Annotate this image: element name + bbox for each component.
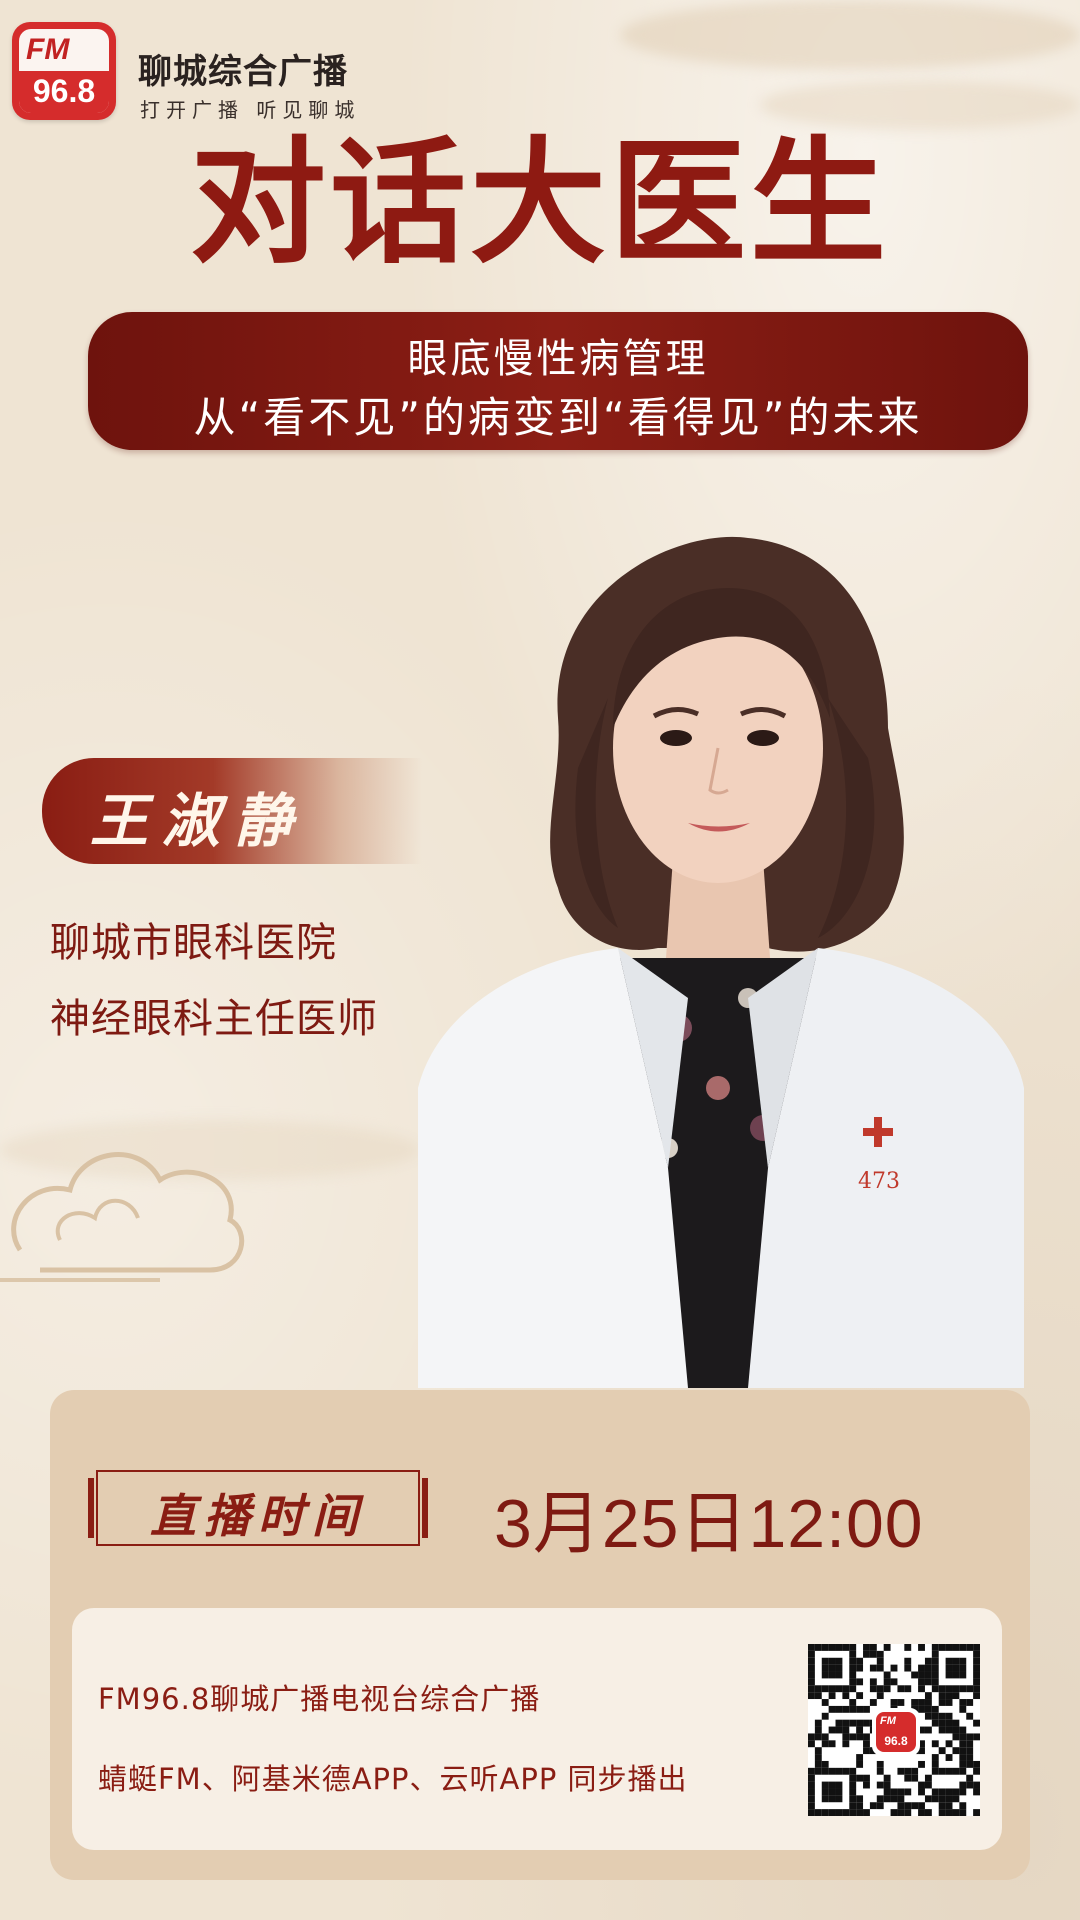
subtitle-line-2: 从“看不见”的病变到“看得见”的未来 — [193, 393, 923, 442]
logo-band: 96.8 — [19, 71, 109, 113]
channel-line-1: FM96.8聊城广播电视台综合广播 — [98, 1682, 541, 1716]
coat-badge-number: 473 — [858, 1169, 900, 1194]
doctor-portrait-illustration: 473 — [418, 536, 1024, 1388]
doctor-name-banner: 王淑静 — [42, 758, 422, 864]
page-title: 对话大医生 — [190, 123, 890, 283]
logo-fm-text: FM — [26, 33, 70, 66]
channel-card: FM96.8聊城广播电视台综合广播 蜻蜓FM、阿基米德APP、云听APP 同步播… — [72, 1608, 1002, 1850]
qr-logo-frequency: 96.8 — [884, 1734, 908, 1748]
channel-line-2: 蜻蜓FM、阿基米德APP、云听APP 同步播出 — [98, 1762, 688, 1796]
auspicious-cloud-icon — [0, 1152, 245, 1282]
qr-logo-fm: FM — [880, 1715, 896, 1727]
broadcast-time-value: 3月25日12:00 — [494, 1486, 924, 1562]
doctor-position: 神经眼科主任医师 — [50, 996, 378, 1042]
logo-frequency-text: 96.8 — [32, 73, 96, 109]
broadcast-time-label: 直播时间 — [150, 1489, 366, 1543]
broadcast-info-card: 直播时间 3月25日12:00 FM96.8聊城广播电视台综合广播 蜻蜓FM、阿… — [50, 1390, 1030, 1880]
doctor-organization: 聊城市眼科医院 — [50, 920, 337, 966]
poster: FM 96.8 聊城综合广播 打开广播 听见聊城 对话大医生 眼底慢性病管理 从… — [0, 0, 1080, 1920]
station-slogan: 打开广播 听见聊城 — [140, 98, 361, 122]
logo-inner: FM 96.8 — [19, 29, 109, 113]
subtitle-banner: 眼底慢性病管理 从“看不见”的病变到“看得见”的未来 — [88, 312, 1028, 450]
qr-logo-icon: FM 96.8 — [872, 1708, 920, 1756]
qr-logo-inner: FM 96.8 — [876, 1712, 916, 1752]
broadcast-time-label-box: 直播时间 — [88, 1470, 428, 1546]
subtitle-line-1: 眼底慢性病管理 — [407, 336, 709, 382]
fm968-logo-icon: FM 96.8 — [12, 22, 116, 120]
doctor-portrait: 473 — [418, 528, 1024, 1388]
qr-code-icon[interactable]: FM 96.8 — [808, 1644, 980, 1816]
station-name: 聊城综合广播 — [138, 52, 348, 92]
doctor-name: 王淑静 — [90, 787, 307, 855]
brush-stroke-decoration — [620, 0, 1080, 70]
